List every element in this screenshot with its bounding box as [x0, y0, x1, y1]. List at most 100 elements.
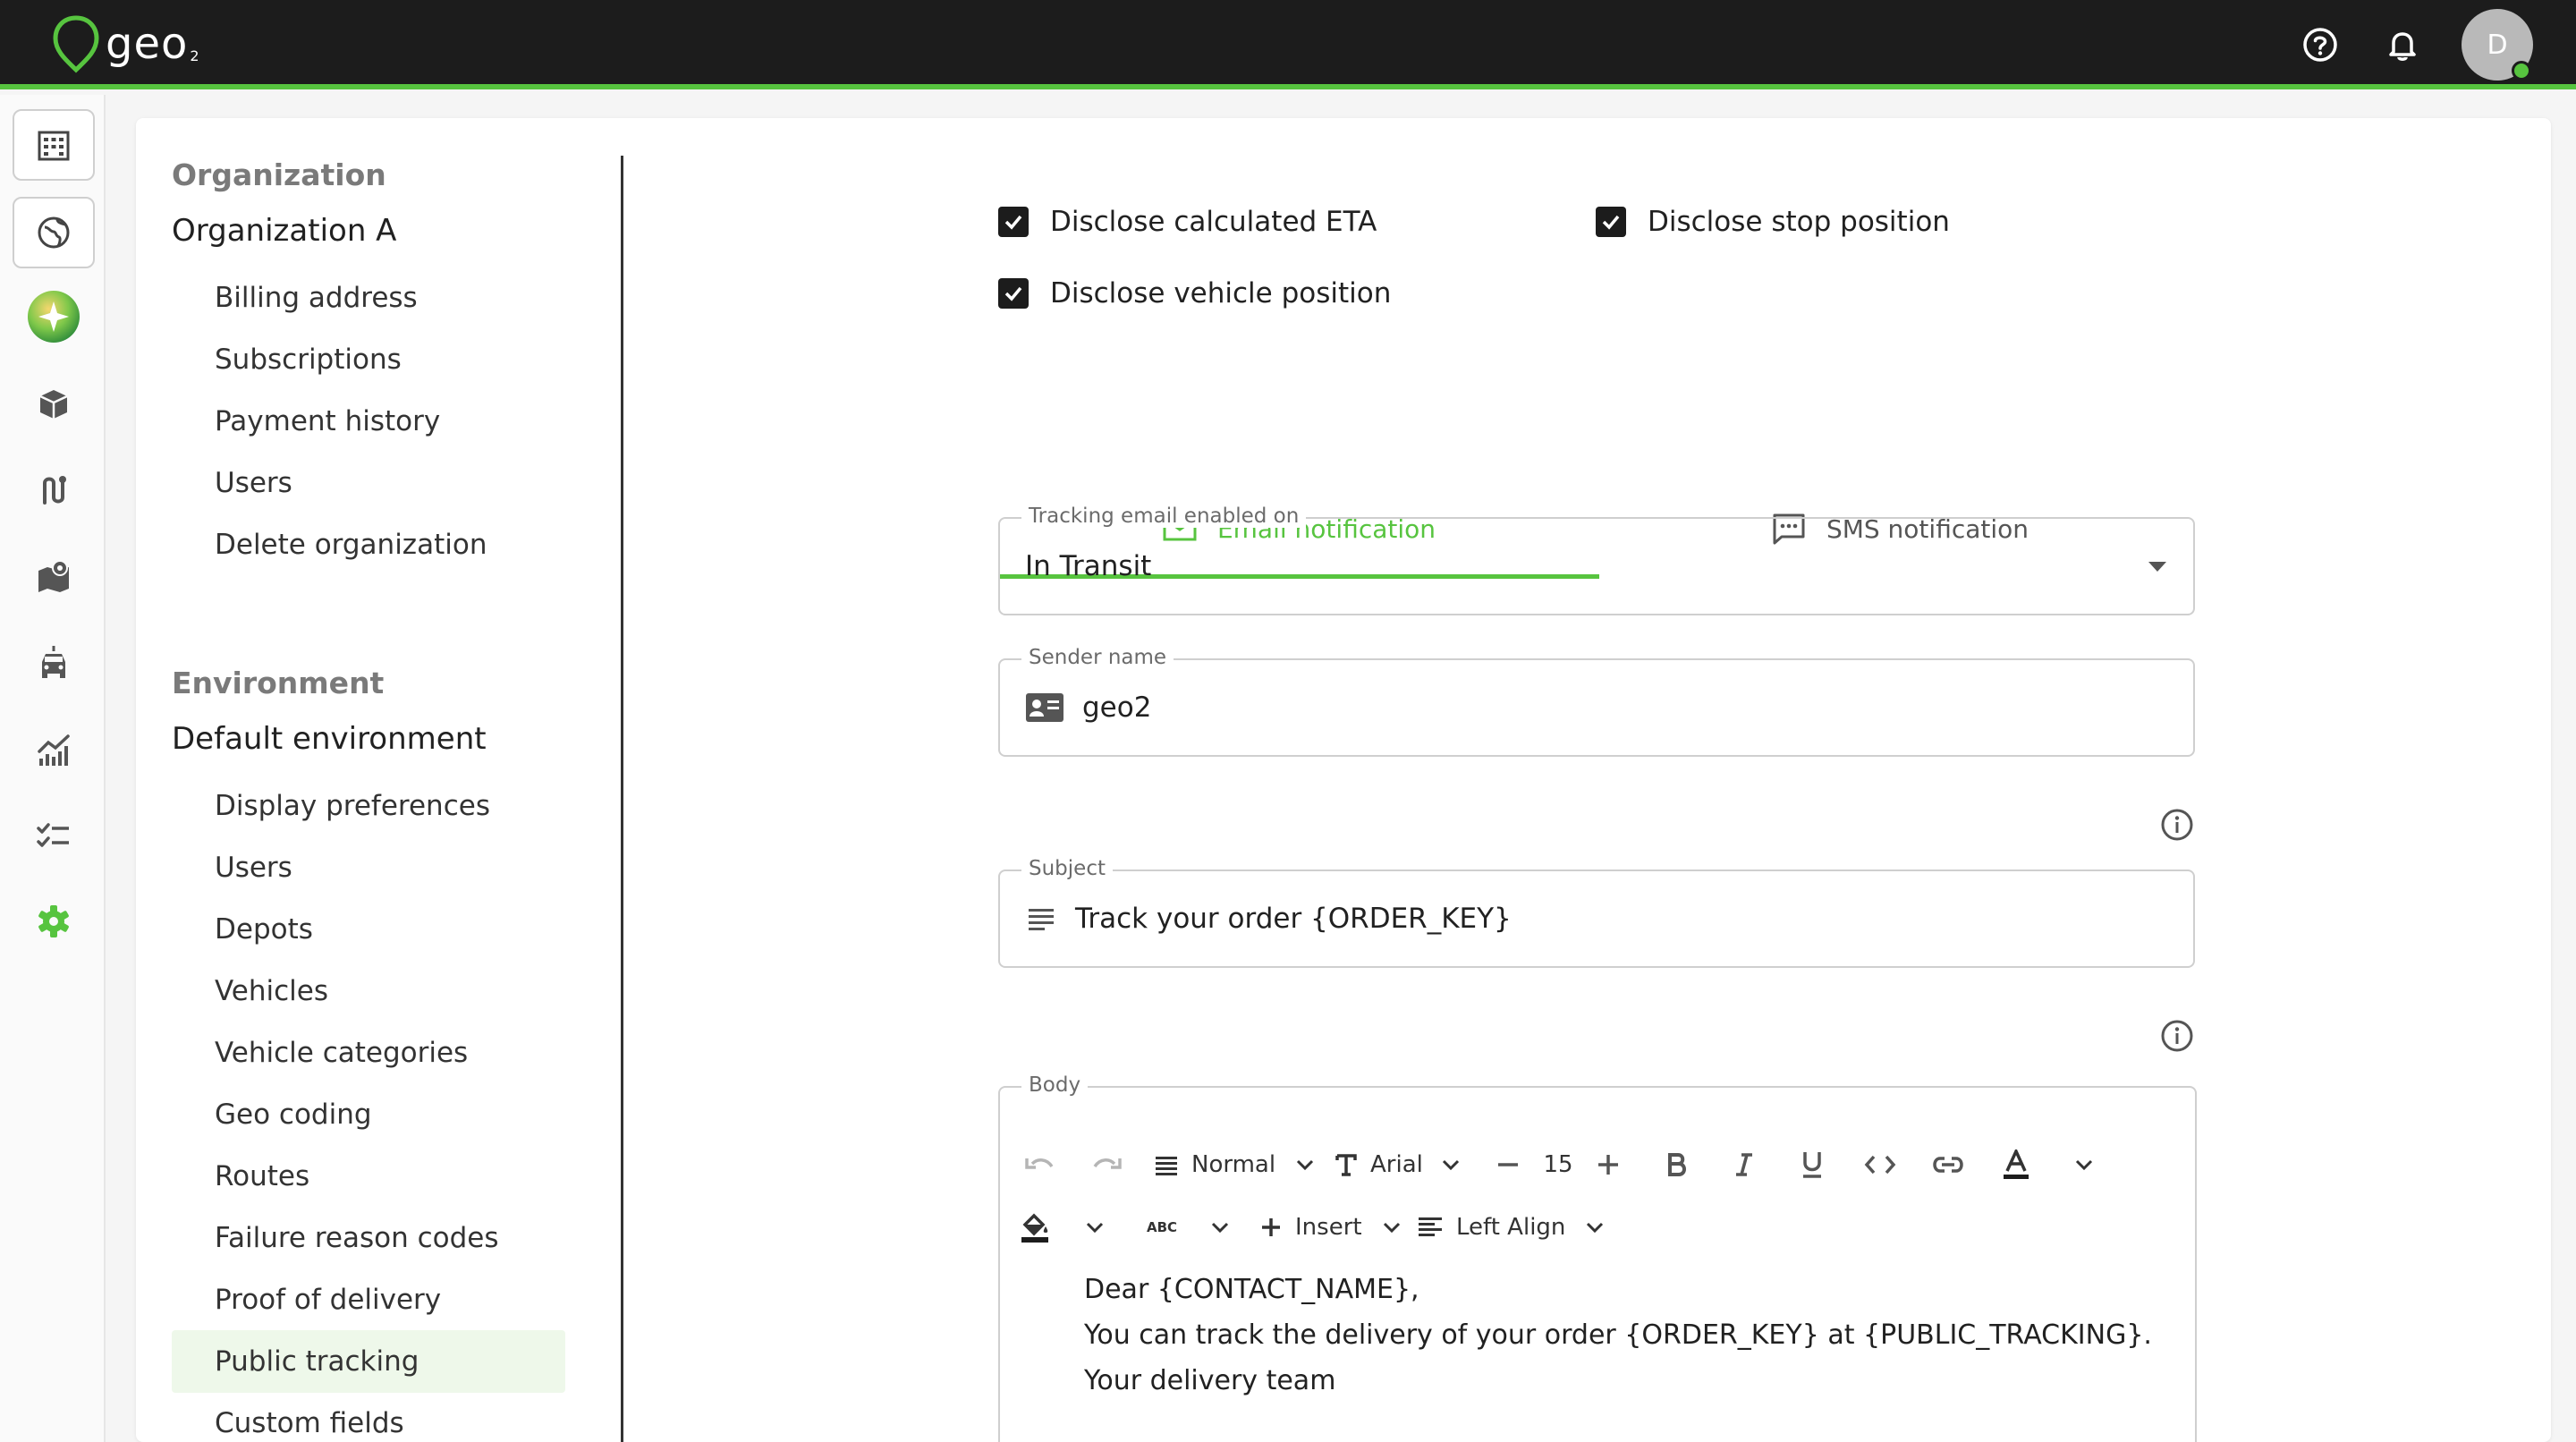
disclose-vehicle-label: Disclose vehicle position — [1050, 277, 1392, 310]
subnav-item-custom-fields[interactable]: Custom fields — [172, 1392, 565, 1442]
checkbox-checked-icon — [998, 207, 1029, 237]
paragraph-lines-icon — [1156, 1157, 1177, 1175]
spellcheck-button[interactable]: ABC — [1140, 1203, 1184, 1251]
help-circle-icon[interactable] — [2301, 25, 2340, 64]
disclose-stop-checkbox[interactable]: Disclose stop position — [1596, 206, 1950, 238]
subnav-item-display-preferences[interactable]: Display preferences — [172, 775, 565, 837]
highlight-color-dropdown[interactable] — [1072, 1203, 1118, 1251]
checklist-icon — [37, 823, 69, 847]
organization-name: Organization A — [172, 213, 397, 249]
plus-icon — [1598, 1155, 1618, 1175]
bold-icon — [1668, 1153, 1686, 1176]
rail-item-map[interactable] — [13, 540, 95, 612]
minus-icon — [1498, 1163, 1518, 1166]
subnav-item-payment-history[interactable]: Payment history — [172, 390, 565, 453]
subnav-item-failure-reason-codes[interactable]: Failure reason codes — [172, 1207, 565, 1269]
subnav-item-routes[interactable]: Routes — [172, 1145, 565, 1208]
chevron-down-icon — [1383, 1222, 1400, 1234]
settings-card: Organization Organization A Billing addr… — [136, 118, 2551, 1442]
sender-name-field[interactable]: Sender name geo2 — [998, 646, 2195, 757]
body-line: Dear {CONTACT_NAME}, — [1084, 1274, 1419, 1305]
editor-toolbar-row-2: ABC Insert Left Align — [1000, 1200, 2195, 1254]
rail-item-vehicles[interactable] — [13, 626, 95, 698]
decrease-font-size-button[interactable] — [1485, 1141, 1531, 1189]
link-button[interactable] — [1925, 1141, 1971, 1189]
dropdown-caret-icon — [2148, 562, 2166, 572]
body-content[interactable]: Dear {CONTACT_NAME}, You can track the d… — [1084, 1267, 2152, 1404]
chevron-down-icon — [2075, 1159, 2093, 1171]
package-icon — [39, 390, 68, 419]
online-status-dot — [2512, 61, 2531, 81]
subnav-item-vehicles[interactable]: Vehicles — [172, 960, 565, 1022]
rail-item-organization[interactable] — [13, 109, 95, 181]
code-icon — [1864, 1155, 1896, 1175]
redo-icon — [1093, 1158, 1122, 1169]
code-button[interactable] — [1857, 1141, 1903, 1189]
spellcheck-dropdown[interactable] — [1197, 1203, 1243, 1251]
sparkle-orb-icon — [28, 291, 80, 343]
rail-item-environment[interactable] — [13, 197, 95, 268]
font-family-select[interactable]: Arial — [1335, 1141, 1481, 1189]
alignment-value: Left Align — [1456, 1214, 1566, 1241]
increase-font-size-button[interactable] — [1585, 1141, 1631, 1189]
undo-button[interactable] — [1016, 1141, 1063, 1189]
subnav-item-public-tracking[interactable]: Public tracking — [172, 1330, 565, 1393]
building-icon — [38, 131, 70, 161]
subject-field[interactable]: Subject Track your order {ORDER_KEY} — [998, 857, 2195, 968]
subnav-item-billing-address[interactable]: Billing address — [172, 267, 565, 329]
subnav-item-subscriptions[interactable]: Subscriptions — [172, 328, 565, 391]
checkbox-checked-icon — [998, 278, 1029, 309]
highlight-color-button[interactable] — [1013, 1203, 1059, 1251]
subnav-item-depots[interactable]: Depots — [172, 898, 565, 961]
environment-heading: Environment — [172, 666, 385, 700]
organization-heading: Organization — [172, 157, 386, 192]
tracking-email-value: In Transit — [1025, 550, 1152, 582]
settings-subnav: Organization Organization A Billing addr… — [136, 118, 623, 1442]
paint-bucket-icon — [1021, 1213, 1048, 1243]
body-info-icon[interactable] — [2159, 1018, 2195, 1054]
tracking-email-select[interactable]: Tracking email enabled on In Transit — [998, 505, 2195, 615]
disclose-eta-checkbox[interactable]: Disclose calculated ETA — [998, 206, 1377, 238]
text-color-dropdown[interactable] — [2061, 1141, 2107, 1189]
body-label: Body — [1021, 1073, 1089, 1097]
rail-item-orders[interactable] — [13, 369, 95, 440]
body-editor: Body Normal Arial 15 ABC Insert Left Ali… — [998, 1073, 2197, 1442]
rail-item-tasks[interactable] — [13, 800, 95, 871]
bold-button[interactable] — [1653, 1141, 1699, 1189]
subject-info-icon[interactable] — [2159, 807, 2195, 843]
avatar-initial: D — [2487, 29, 2508, 61]
editor-toolbar-row-1: Normal Arial 15 — [1000, 1138, 2195, 1192]
chevron-down-icon — [1086, 1222, 1104, 1234]
subnav-item-env-users[interactable]: Users — [172, 836, 565, 899]
font-family-value: Arial — [1370, 1151, 1423, 1178]
analytics-icon — [38, 734, 70, 766]
alignment-select[interactable]: Left Align — [1417, 1203, 1623, 1251]
italic-icon — [1736, 1153, 1752, 1176]
subnav-divider — [621, 156, 623, 1442]
subnav-item-proof-of-delivery[interactable]: Proof of delivery — [172, 1268, 565, 1331]
font-size-input[interactable]: 15 — [1531, 1141, 1585, 1189]
paragraph-style-select[interactable]: Normal — [1154, 1141, 1324, 1189]
globe-icon — [38, 216, 70, 249]
app-logo[interactable]: geo 2 — [52, 14, 199, 73]
rail-item-analytics[interactable] — [13, 714, 95, 785]
rail-item-ai-assistant[interactable] — [13, 281, 95, 352]
checkbox-checked-icon — [1596, 207, 1626, 237]
disclose-vehicle-checkbox[interactable]: Disclose vehicle position — [998, 277, 1391, 310]
subnav-item-geo-coding[interactable]: Geo coding — [172, 1083, 565, 1146]
subnav-item-vehicle-categories[interactable]: Vehicle categories — [172, 1022, 565, 1084]
insert-menu-button[interactable]: Insert — [1259, 1203, 1411, 1251]
bell-icon[interactable] — [2383, 25, 2422, 64]
subnav-item-org-users[interactable]: Users — [172, 452, 565, 514]
disclose-eta-label: Disclose calculated ETA — [1050, 206, 1377, 238]
rail-item-settings[interactable] — [13, 886, 95, 957]
contact-card-icon — [1026, 693, 1063, 722]
redo-button[interactable] — [1084, 1141, 1131, 1189]
text-color-button[interactable] — [1993, 1141, 2039, 1189]
link-icon — [1933, 1157, 1963, 1173]
chevron-down-icon — [1211, 1222, 1229, 1234]
italic-button[interactable] — [1721, 1141, 1767, 1189]
subnav-item-delete-organization[interactable]: Delete organization — [172, 513, 565, 576]
underline-button[interactable] — [1789, 1141, 1835, 1189]
rail-item-routes[interactable] — [13, 454, 95, 526]
